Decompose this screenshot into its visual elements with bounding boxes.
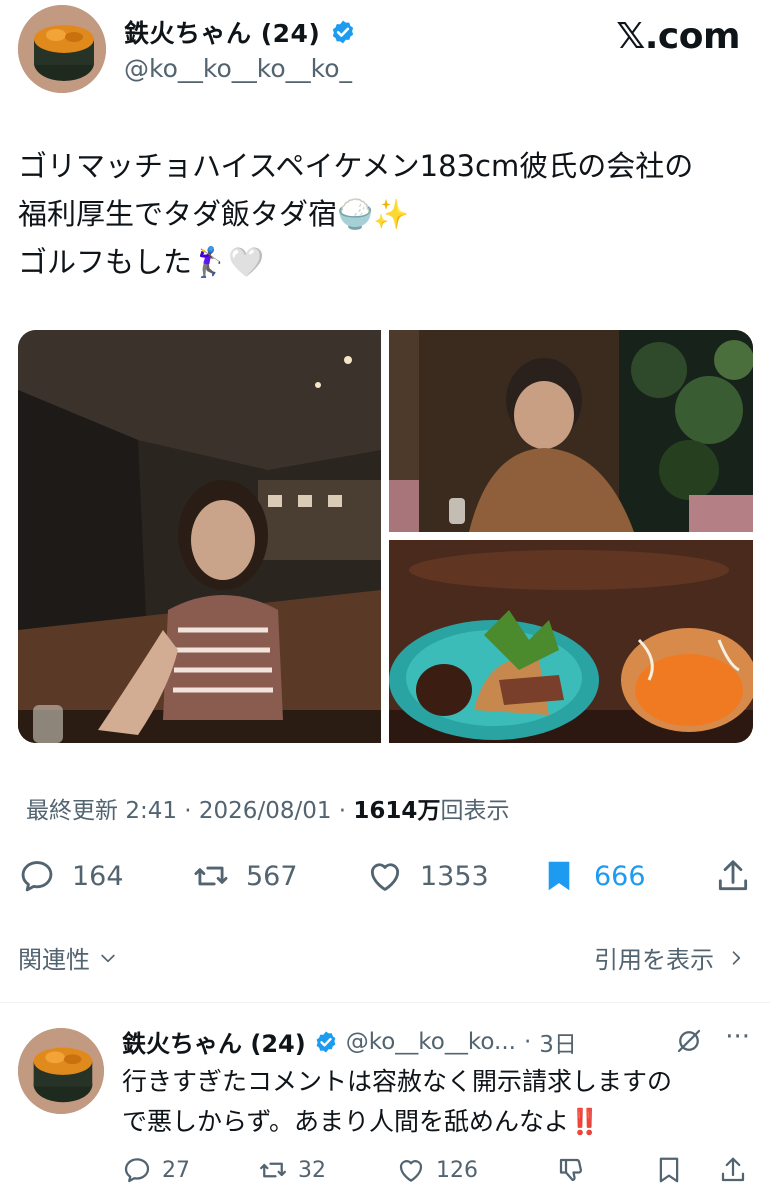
reply-count: 164 <box>72 860 124 892</box>
view-count-label: 回表示 <box>440 798 510 824</box>
bookmark-icon <box>659 1157 679 1183</box>
heart-icon <box>370 863 400 891</box>
like-count: 1353 <box>420 860 489 892</box>
author-handle[interactable]: @ko__ko__ko__ko_ <box>124 54 352 83</box>
reply-like-button[interactable]: 126 <box>396 1148 478 1192</box>
updated-label: 最終更新 <box>26 798 118 824</box>
meta-separator: · <box>184 798 192 824</box>
section-divider <box>0 1002 770 1003</box>
view-quotes-link[interactable]: 引用を表示 <box>594 940 746 975</box>
photo-woman-restaurant[interactable] <box>18 330 381 743</box>
bookmark-button[interactable]: 666 <box>540 850 646 902</box>
dislike-button[interactable] <box>556 1148 586 1192</box>
reply-action-bar: 27 32 126 <box>0 1148 770 1192</box>
post-meta: 最終更新 2:41 · 2026/08/01 · 1614万回表示 <box>26 791 509 825</box>
author-name-row: 鉄火ちゃん (24) <box>124 14 356 50</box>
repost-button[interactable]: 567 <box>192 850 298 902</box>
reply-like-count: 126 <box>436 1157 478 1183</box>
share-button[interactable] <box>714 850 752 902</box>
reply-share-button[interactable] <box>718 1148 748 1192</box>
sushi-avatar-icon <box>18 5 106 93</box>
reply-sort-dropdown[interactable]: 関連性 <box>18 940 118 975</box>
sushi-avatar-icon <box>18 1028 104 1114</box>
share-icon <box>718 860 748 891</box>
bookmark-filled-icon <box>548 861 570 891</box>
more-options-button[interactable]: ··· <box>725 1022 750 1052</box>
reply-text: 行きすぎたコメントは容赦なく開示請求しますの で悪しからず。あまり人間を舐めんな… <box>122 1067 673 1136</box>
photo-food-plate[interactable] <box>389 540 753 743</box>
reply-repost-count: 32 <box>298 1157 326 1183</box>
bookmark-count: 666 <box>594 860 646 892</box>
like-button[interactable]: 1353 <box>366 850 489 902</box>
repost-icon <box>260 1162 286 1178</box>
post-date[interactable]: 2026/08/01 <box>199 798 332 824</box>
reply-button[interactable]: 164 <box>18 850 124 902</box>
reply-header: 鉄火ちゃん (24) @ko__ko__ko... · 3日 <box>122 1024 577 1059</box>
media-grid <box>18 330 753 743</box>
x-logo: 𝕏.com <box>616 16 740 57</box>
reply-repost-button[interactable]: 32 <box>258 1148 326 1192</box>
chevron-right-icon <box>732 950 741 965</box>
reply-author-name[interactable]: 鉄火ちゃん (24) <box>122 1024 306 1059</box>
thumbs-down-icon <box>559 1158 583 1182</box>
grok-icon[interactable] <box>674 1026 704 1056</box>
heart-icon <box>399 1160 423 1182</box>
view-count-number: 1614 <box>353 798 418 824</box>
reply-timestamp[interactable]: 3日 <box>539 1025 577 1059</box>
meta-separator: · <box>338 798 347 824</box>
post-time[interactable]: 2:41 <box>125 798 177 824</box>
repost-count: 567 <box>246 860 298 892</box>
share-icon <box>721 1157 745 1182</box>
reply-author-avatar[interactable] <box>18 1028 104 1114</box>
reply-icon <box>21 861 53 892</box>
sort-label: 関連性 <box>18 946 90 974</box>
view-count: 1614万 <box>353 798 440 824</box>
reply-reply-button[interactable]: 27 <box>122 1148 190 1192</box>
verified-badge-icon[interactable] <box>314 1030 338 1054</box>
photo-man-dining[interactable] <box>389 330 753 532</box>
verified-badge-icon[interactable] <box>330 19 356 45</box>
reply-bookmark-button[interactable] <box>654 1148 684 1192</box>
reply-icon <box>124 1158 150 1183</box>
view-quotes-label: 引用を表示 <box>594 946 714 974</box>
reply-reply-count: 27 <box>162 1157 190 1183</box>
repost-icon <box>194 866 228 886</box>
post-action-bar: 164 567 1353 666 <box>0 850 770 902</box>
author-display-name[interactable]: 鉄火ちゃん (24) <box>124 14 320 50</box>
author-avatar[interactable] <box>18 5 106 93</box>
reply-separator: · <box>523 1028 532 1055</box>
reply-author-handle[interactable]: @ko__ko__ko... <box>346 1029 516 1055</box>
view-count-unit: 万 <box>417 798 441 824</box>
post-text: ゴリマッチョハイスペイケメン183cm彼氏の会社の 福利厚生でタダ飯タダ宿🍚✨ … <box>18 149 694 279</box>
chevron-down-icon <box>101 954 115 962</box>
post-header: 鉄火ちゃん (24) @ko__ko__ko__ko_ 𝕏.com <box>0 0 770 100</box>
